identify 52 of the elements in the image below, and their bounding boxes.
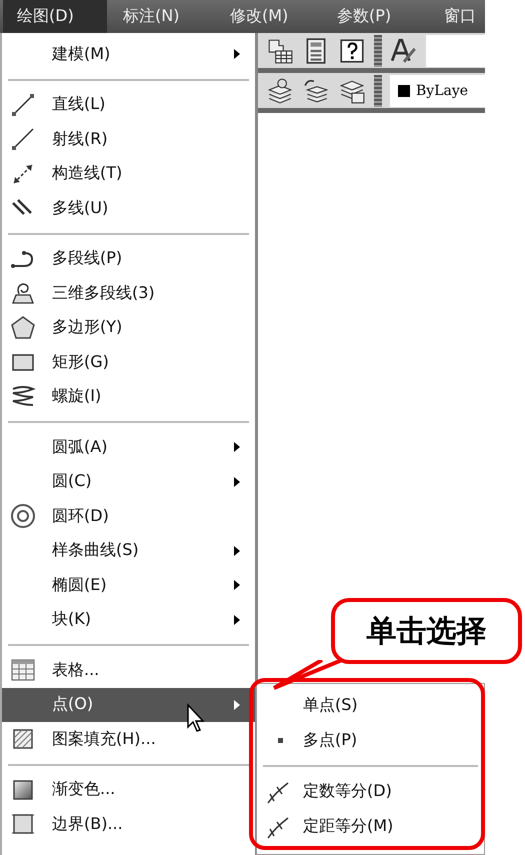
ring-icon [10, 503, 36, 530]
menu-bar-item[interactable]: 绘图(D) [3, 0, 107, 33]
pentagon-icon [10, 314, 36, 341]
menu-item[interactable]: 多边形(Y) [2, 310, 255, 345]
input-field[interactable] [426, 34, 485, 66]
menu-item[interactable]: 椭圆(E) [2, 568, 255, 602]
menu-item[interactable]: 三维多段线(3) [2, 276, 255, 310]
submenu-arrow-icon [233, 579, 241, 592]
menu-item[interactable]: 渐变色... [2, 772, 255, 807]
layers-icon[interactable] [266, 76, 294, 104]
menu-bar-item[interactable]: 窗口 [428, 0, 485, 33]
toolbar-grip[interactable] [374, 74, 382, 106]
callout-text: 单击选择 [366, 612, 486, 650]
menu-item[interactable]: 建模(M) [2, 37, 255, 72]
menu-item[interactable]: 射线(R) [2, 122, 255, 156]
line-icon [10, 92, 36, 118]
submenu-arrow-icon [233, 614, 241, 626]
layer-dropdown[interactable]: ByLaye [390, 74, 485, 106]
menu-item[interactable]: 点(O) [2, 688, 255, 722]
help-icon[interactable] [338, 36, 366, 64]
menu-item[interactable]: 构造线(T) [2, 156, 255, 191]
menu-item[interactable]: 多段线(P) [2, 242, 255, 276]
submenu-arrow-icon [233, 48, 241, 60]
menu-item[interactable]: 圆弧(A) [2, 430, 255, 464]
menu-item[interactable]: 螺旋(I) [2, 380, 255, 414]
menu-bar-item[interactable]: 修改(M) [214, 0, 321, 33]
menu-item[interactable]: 表格... [2, 653, 255, 688]
text-style-icon[interactable] [390, 36, 418, 64]
menu-bar-item[interactable]: 标注(N) [107, 0, 214, 33]
submenu-arrow-icon [233, 698, 241, 711]
table-icon [10, 657, 36, 684]
menu-item[interactable]: 圆环(D) [2, 499, 255, 534]
menu-item[interactable]: 多线(U) [2, 191, 255, 226]
layer-name: ByLaye [416, 82, 468, 98]
color-swatch-icon [398, 84, 410, 96]
submenu-arrow-icon [233, 544, 241, 557]
menu-item[interactable]: 矩形(G) [2, 345, 255, 380]
table-puzzle-icon[interactable] [266, 36, 294, 64]
menu-item[interactable]: 定距等分(M) [257, 809, 484, 844]
menu-item[interactable]: 边界(B)... [2, 807, 255, 842]
menu-bar-item[interactable]: 参数(P) [321, 0, 428, 33]
menu-item[interactable]: 块(K) [2, 602, 255, 637]
submenu-arrow-icon [233, 476, 241, 488]
menu-item[interactable]: 定数等分(D) [257, 774, 484, 809]
mouse-cursor [186, 703, 206, 733]
toolbar-grip[interactable] [374, 34, 382, 66]
menu-item[interactable]: 多点(P) [257, 723, 484, 758]
menu-item[interactable]: 圆(C) [2, 464, 255, 499]
submenu-arrow-icon [233, 441, 241, 454]
ray-icon [10, 126, 36, 152]
menu-item[interactable]: 样条曲线(S) [2, 534, 255, 568]
menu-item[interactable]: 直线(L) [2, 88, 255, 122]
